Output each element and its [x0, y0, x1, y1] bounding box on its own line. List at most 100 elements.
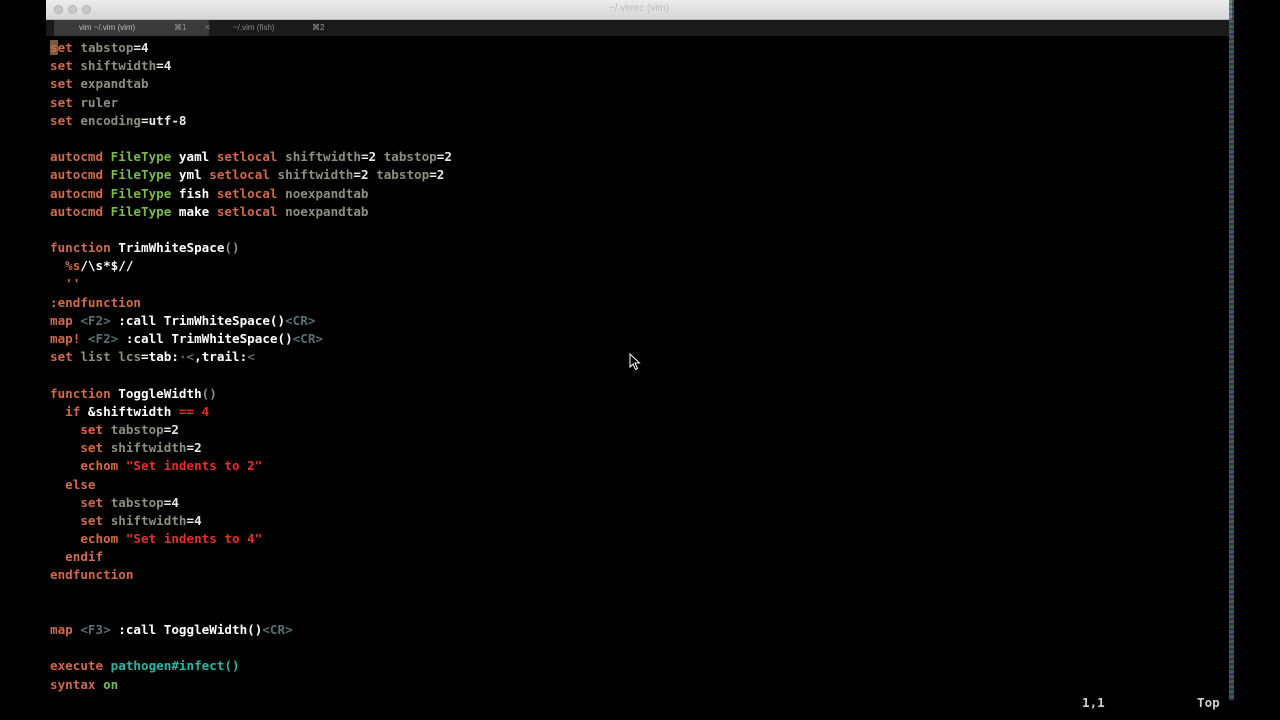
code-line[interactable]: endfunction [50, 566, 1230, 584]
tab-bar: vim ~/.vim (vim) ⌘1 ✕ ~/.vim (fish) ⌘2 [46, 20, 1232, 36]
code-line[interactable] [50, 130, 1230, 148]
code-line[interactable]: set expandtab [50, 75, 1230, 93]
code-line[interactable]: execute pathogen#infect() [50, 657, 1230, 675]
code-token: =4 [163, 494, 179, 510]
code-token: lcs [118, 349, 142, 365]
code-line[interactable] [50, 585, 1230, 603]
close-tab-icon[interactable]: ✕ [204, 20, 211, 36]
code-line[interactable] [50, 639, 1230, 657]
code-token: setlocal [216, 185, 278, 201]
tab-label: ~/.vim (fish) [233, 23, 275, 32]
code-token: %s [65, 258, 81, 274]
code-line[interactable]: function TrimWhiteSpace() [50, 239, 1230, 257]
code-line[interactable]: map <F3> :call ToggleWidth()<CR> [50, 621, 1230, 639]
code-line[interactable]: autocmd FileType make setlocal noexpandt… [50, 203, 1230, 221]
code-token: set [50, 58, 73, 74]
code-token: shiftwidth [110, 440, 187, 456]
code-token: set [50, 349, 73, 365]
code-line[interactable]: if &shiftwidth == 4 [50, 403, 1230, 421]
code-line[interactable]: map! <F2> :call TrimWhiteSpace()<CR> [50, 330, 1230, 348]
code-token: =2 [360, 149, 384, 165]
code-token: =4 [156, 58, 172, 74]
code-line[interactable]: endif [50, 548, 1230, 566]
code-line[interactable]: set shiftwidth=2 [50, 439, 1230, 457]
code-token: <CR> [292, 331, 324, 346]
code-line[interactable]: syntax on [50, 676, 1230, 694]
code-line[interactable]: set shiftwidth=4 [50, 512, 1230, 530]
code-token: pathogen#infect() [110, 658, 240, 674]
code-token: map [50, 622, 73, 637]
code-line[interactable]: autocmd FileType fish setlocal noexpandt… [50, 185, 1230, 203]
code-token: echom [80, 458, 119, 474]
code-token: '' [65, 276, 81, 292]
code-line[interactable]: set tabstop=2 [50, 421, 1230, 439]
code-token: endif [65, 549, 104, 565]
code-line[interactable]: %s/\s*$// [50, 257, 1230, 275]
code-line[interactable]: else [50, 476, 1230, 494]
code-token: list [80, 349, 111, 365]
code-token: map [50, 312, 73, 328]
code-line[interactable]: echom "Set indents to 2" [50, 457, 1230, 475]
code-token: tabstop [110, 421, 164, 437]
code-token: ,trail: [194, 349, 248, 365]
code-token: shiftwidth [80, 58, 157, 74]
code-token: noexpandtab [285, 203, 369, 219]
code-token: on [103, 676, 119, 692]
code-token: <CR> [262, 622, 293, 637]
code-token: FileType [110, 167, 172, 183]
code-token: execute [50, 658, 104, 674]
code-token: set [80, 512, 104, 528]
code-token: function [50, 240, 111, 256]
tab-vim[interactable]: vim ~/.vim (vim) ⌘1 ✕ [54, 20, 211, 36]
code-line[interactable]: autocmd FileType yml setlocal shiftwidth… [50, 166, 1230, 184]
code-line[interactable] [50, 221, 1230, 239]
code-token: tabstop [383, 149, 437, 165]
code-token: <F2> [87, 331, 119, 346]
title-bar[interactable]: ~/.vimrc (vim) [46, 0, 1232, 20]
code-token: :endfunction [50, 294, 141, 310]
code-line[interactable]: set ruler [50, 94, 1230, 112]
code-line[interactable]: map <F2> :call TrimWhiteSpace()<CR> [50, 312, 1230, 330]
code-token: =2 [186, 440, 202, 456]
code-token: setlocal [209, 167, 270, 183]
code-token: == 4 [178, 403, 210, 419]
code-token: =4 [133, 40, 149, 55]
code-token: autocmd [50, 185, 104, 201]
code-token: TrimWhiteSpace [110, 240, 225, 256]
code-token: =2 [429, 167, 445, 183]
code-line[interactable]: set encoding=utf-8 [50, 112, 1230, 130]
code-token: :call TrimWhiteSpace() [118, 331, 293, 346]
code-token: =2 [163, 421, 179, 437]
tab-fish[interactable]: ~/.vim (fish) ⌘2 [221, 20, 371, 36]
cursor-position: 1,1 [1082, 695, 1105, 710]
code-token: <CR> [285, 312, 316, 328]
code-token: <F2> [80, 312, 111, 328]
code-token: autocmd [50, 167, 104, 183]
code-line[interactable]: function ToggleWidth() [50, 385, 1230, 403]
code-line[interactable]: autocmd FileType yaml setlocal shiftwidt… [50, 148, 1230, 166]
code-line[interactable]: set shiftwidth=4 [50, 57, 1230, 75]
code-line[interactable] [50, 603, 1230, 621]
code-line[interactable]: '' [50, 275, 1230, 293]
code-token: :call TrimWhiteSpace() [110, 312, 286, 328]
code-token: endfunction [50, 567, 134, 583]
code-token: noexpandtab [285, 185, 369, 201]
code-token: &shiftwidth [80, 403, 179, 419]
code-line[interactable]: set tabstop=4 [50, 494, 1230, 512]
tab-shortcut: ⌘2 [312, 23, 325, 32]
code-line[interactable]: set tabstop=4 [50, 39, 1230, 57]
code-token: function [50, 385, 111, 401]
code-line[interactable]: :endfunction [50, 294, 1230, 312]
code-token: < [247, 349, 255, 365]
code-line[interactable]: echom "Set indents to 4" [50, 530, 1230, 548]
